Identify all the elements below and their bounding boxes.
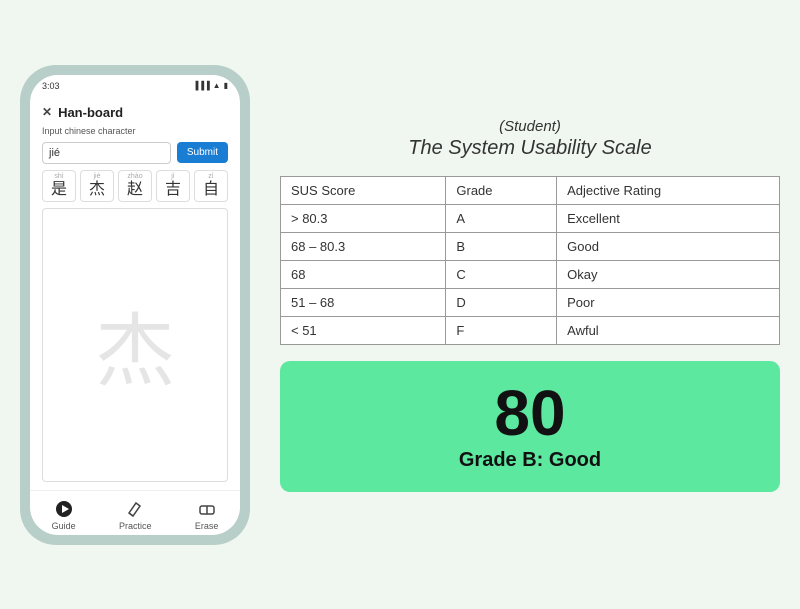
table-row: 51 – 68 D Poor xyxy=(281,288,780,316)
eraser-icon xyxy=(197,499,217,519)
pinyin-3: jí xyxy=(171,173,175,180)
hanzi-1: 杰 xyxy=(89,180,105,199)
score-cell: 68 – 80.3 xyxy=(281,232,446,260)
phone-screen: 3:03 ▐▐▐ ▲ ▮ ✕ Han-board Input chinese c… xyxy=(30,75,240,535)
table-row: < 51 F Awful xyxy=(281,316,780,344)
grade-cell: C xyxy=(446,260,557,288)
pinyin-0: shì xyxy=(54,173,63,180)
phone-wrapper: 3:03 ▐▐▐ ▲ ▮ ✕ Han-board Input chinese c… xyxy=(20,65,250,545)
hanzi-2: 赵 xyxy=(127,180,143,199)
hanzi-3: 吉 xyxy=(165,180,181,199)
app-content: ✕ Han-board Input chinese character jié … xyxy=(30,97,240,490)
app-header: ✕ Han-board xyxy=(42,105,228,120)
wifi-icon: ▲ xyxy=(213,81,221,90)
adjective-cell: Awful xyxy=(557,316,780,344)
adjective-cell: Okay xyxy=(557,260,780,288)
score-cell: 51 – 68 xyxy=(281,288,446,316)
adjective-cell: Excellent xyxy=(557,204,780,232)
score-grade-label: Grade B: Good xyxy=(300,449,760,472)
score-cell: > 80.3 xyxy=(281,204,446,232)
char-card-0[interactable]: shì 是 xyxy=(42,170,76,202)
pinyin-4: zì xyxy=(208,173,213,180)
score-box: 80 Grade B: Good xyxy=(280,361,780,492)
battery-icon: ▮ xyxy=(224,81,228,90)
table-row: > 80.3 A Excellent xyxy=(281,204,780,232)
sus-table: SUS Score Grade Adjective Rating > 80.3 … xyxy=(280,176,780,345)
char-card-4[interactable]: zì 自 xyxy=(194,170,228,202)
char-card-1[interactable]: jié 杰 xyxy=(80,170,114,202)
app-title: Han-board xyxy=(58,105,123,120)
signal-icon: ▐▐▐ xyxy=(193,81,210,90)
col-header-score: SUS Score xyxy=(281,176,446,204)
right-panel: (Student) The System Usability Scale SUS… xyxy=(280,118,780,492)
status-time: 3:03 xyxy=(42,81,60,91)
nav-erase-label: Erase xyxy=(195,521,219,531)
grade-cell: B xyxy=(446,232,557,260)
grade-cell: F xyxy=(446,316,557,344)
score-number: 80 xyxy=(300,381,760,445)
phone-mockup: 3:03 ▐▐▐ ▲ ▮ ✕ Han-board Input chinese c… xyxy=(20,65,250,545)
close-icon[interactable]: ✕ xyxy=(42,105,52,119)
nav-practice-label: Practice xyxy=(119,521,152,531)
hanzi-0: 是 xyxy=(51,180,67,199)
char-card-2[interactable]: zhào 赵 xyxy=(118,170,152,202)
col-header-grade: Grade xyxy=(446,176,557,204)
pinyin-1: jié xyxy=(93,173,100,180)
table-row: 68 – 80.3 B Good xyxy=(281,232,780,260)
grade-cell: D xyxy=(446,288,557,316)
input-row: jié Submit xyxy=(42,142,228,164)
grade-cell: A xyxy=(446,204,557,232)
nav-practice[interactable]: Practice xyxy=(119,499,152,531)
nav-guide-label: Guide xyxy=(52,521,76,531)
pinyin-2: zhào xyxy=(127,173,142,180)
score-cell: 68 xyxy=(281,260,446,288)
table-row: 68 C Okay xyxy=(281,260,780,288)
col-header-adjective: Adjective Rating xyxy=(557,176,780,204)
nav-guide[interactable]: Guide xyxy=(52,499,76,531)
adjective-cell: Good xyxy=(557,232,780,260)
status-bar: 3:03 ▐▐▐ ▲ ▮ xyxy=(30,75,240,97)
hanzi-4: 自 xyxy=(203,180,219,199)
sus-subtitle: (Student) xyxy=(280,118,780,135)
pencil-icon xyxy=(125,499,145,519)
char-display: 杰 xyxy=(42,208,228,482)
display-character: 杰 xyxy=(95,287,175,403)
char-card-3[interactable]: jí 吉 xyxy=(156,170,190,202)
main-container: 3:03 ▐▐▐ ▲ ▮ ✕ Han-board Input chinese c… xyxy=(20,20,780,590)
sus-main-title: The System Usability Scale xyxy=(280,137,780,160)
char-options: shì 是 jié 杰 zhào 赵 jí 吉 xyxy=(42,170,228,202)
adjective-cell: Poor xyxy=(557,288,780,316)
play-icon xyxy=(54,499,74,519)
phone-nav: Guide Practice xyxy=(30,490,240,535)
pinyin-input[interactable]: jié xyxy=(42,142,171,164)
score-cell: < 51 xyxy=(281,316,446,344)
input-label: Input chinese character xyxy=(42,126,228,136)
nav-erase[interactable]: Erase xyxy=(195,499,219,531)
status-icons: ▐▐▐ ▲ ▮ xyxy=(193,81,228,90)
submit-button[interactable]: Submit xyxy=(177,142,228,163)
sus-title-block: (Student) The System Usability Scale xyxy=(280,118,780,160)
